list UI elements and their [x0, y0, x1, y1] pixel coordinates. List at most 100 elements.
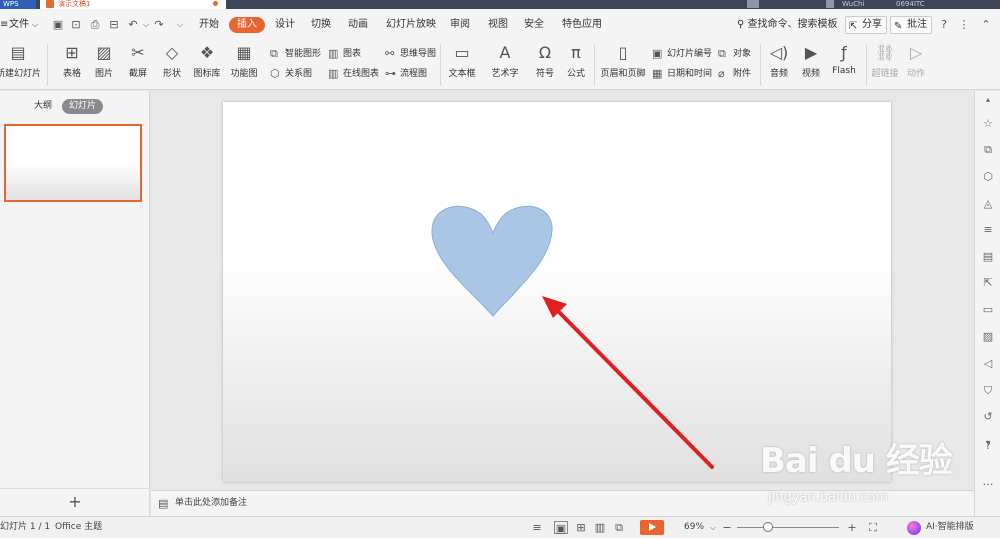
textbox-button[interactable]: ▭ 文本框	[442, 43, 482, 79]
print-preview-icon[interactable]: ⊟	[108, 19, 120, 31]
relation-chart-button[interactable]: ⬡ 关系图	[270, 66, 312, 82]
tab-security[interactable]: 安全	[524, 9, 544, 40]
export-pdf-icon[interactable]: ⊡	[70, 19, 82, 31]
watermark-brand: Bai du 经验	[760, 441, 953, 481]
watermark-url: jingyan.baidu.com	[768, 490, 888, 505]
action-button[interactable]: ▷ 动作	[896, 43, 936, 79]
reading-view-icon[interactable]: ▥	[593, 521, 607, 534]
scissors-icon: ✂	[131, 43, 145, 62]
flow-chart-button[interactable]: ⊶ 流程图	[385, 66, 427, 82]
settings-sliders-icon[interactable]: ≡	[981, 223, 995, 237]
notes-icon: ▤	[158, 497, 169, 510]
image-icon[interactable]: ▨	[981, 330, 995, 344]
add-slide-button[interactable]: +	[0, 488, 150, 514]
ai-layout-label[interactable]: AI·智能排版	[926, 517, 974, 538]
ribbon-divider	[594, 44, 595, 86]
archive-icon[interactable]: ▭	[981, 303, 995, 317]
window-icon[interactable]	[747, 0, 759, 8]
fill-icon[interactable]: ◬	[981, 197, 995, 211]
ai-icon[interactable]	[907, 521, 921, 535]
undo-icon[interactable]: ↶	[127, 19, 139, 31]
object-button[interactable]: ⧉ 对象	[718, 46, 751, 62]
zoom-out-icon[interactable]: −	[720, 521, 734, 534]
document-tab[interactable]: 演示文稿1	[40, 0, 226, 9]
shapes-icon[interactable]: ⬡	[981, 170, 995, 184]
template-icon[interactable]: ▤	[981, 250, 995, 264]
tab-view[interactable]: 视图	[488, 9, 508, 40]
flow-chart-icon: ⊶	[385, 67, 396, 80]
copy-icon[interactable]: ⧉	[981, 143, 995, 157]
ribbon-divider	[47, 44, 48, 86]
textbox-label: 文本框	[448, 69, 476, 79]
formula-button[interactable]: π 公式	[556, 43, 596, 79]
volume-icon[interactable]: ◁	[981, 357, 995, 371]
zoom-slider-track[interactable]	[737, 527, 839, 528]
app-tab[interactable]: WPS	[0, 0, 36, 9]
play-slideshow-button[interactable]	[640, 520, 664, 535]
star-icon[interactable]: ☆	[981, 117, 995, 131]
word-art-button[interactable]: A 艺术字	[485, 43, 525, 79]
tab-slideshow[interactable]: 幻灯片放映	[386, 9, 436, 40]
print-icon[interactable]: ⎙	[89, 19, 101, 31]
outline-tab[interactable]: 大纲	[34, 99, 52, 114]
smart-art-button[interactable]: ⧉ 智能图形	[270, 46, 321, 62]
function-chart-button[interactable]: ▦ 功能图	[224, 43, 264, 79]
tab-review[interactable]: 审阅	[450, 9, 470, 40]
file-menu[interactable]: 文件	[9, 9, 29, 40]
red-arrow[interactable]	[554, 307, 714, 469]
command-search[interactable]: ⚲ 查找命令、搜索模板	[737, 9, 838, 40]
quick-access-chevron-icon[interactable]: ⌵	[174, 19, 186, 31]
fit-window-icon[interactable]: ⛶	[866, 521, 880, 534]
online-chart-button[interactable]: ▥ 在线图表	[328, 66, 379, 82]
date-time-button[interactable]: ▦ 日期和时间	[652, 66, 712, 82]
scroll-up-icon[interactable]: ▴	[981, 93, 995, 107]
zoom-dropdown-icon[interactable]: ⌵	[706, 521, 720, 534]
zoom-in-icon[interactable]: +	[845, 521, 859, 534]
chart-button[interactable]: ▥ 图表	[328, 46, 361, 62]
shape-button[interactable]: ◇ 形状	[152, 43, 192, 79]
slide-indicator: 幻灯片 1 / 1	[0, 522, 51, 532]
word-art-label: 艺术字	[491, 69, 519, 79]
theme-name[interactable]: Office 主题	[55, 517, 102, 538]
mind-map-button[interactable]: ⚯ 思维导图	[385, 46, 436, 62]
tab-animation[interactable]: 动画	[348, 9, 368, 40]
tab-insert[interactable]: 插入	[229, 17, 265, 33]
slide-number-button[interactable]: ▣ 幻灯片编号	[652, 46, 712, 62]
save-icon[interactable]: ▣	[52, 19, 64, 31]
zoom-level[interactable]: 69%	[684, 517, 704, 538]
export-icon[interactable]: ⇱	[981, 276, 995, 290]
more-icon[interactable]: ⋮	[958, 19, 970, 31]
comment-button[interactable]: ✎ 批注	[890, 16, 932, 34]
header-footer-button[interactable]: ▯ 页眉和页脚	[598, 43, 648, 79]
flash-button[interactable]: ƒ Flash	[824, 43, 864, 76]
history-icon[interactable]: ↺	[981, 410, 995, 424]
tab-home[interactable]: 开始	[199, 9, 219, 40]
attachment-button[interactable]: ⌀ 附件	[718, 66, 751, 82]
slide-thumbnail[interactable]	[4, 124, 142, 202]
menu-hamburger-icon[interactable]: ≡	[0, 9, 8, 40]
undo-dropdown-icon[interactable]: ⌵	[140, 19, 152, 31]
normal-view-icon[interactable]: ▣	[554, 521, 568, 535]
help-icon[interactable]: ?	[938, 19, 950, 31]
formula-label: 公式	[566, 69, 585, 79]
icon-library-icon: ❖	[199, 43, 215, 62]
zoom-slider-thumb[interactable]	[762, 522, 773, 532]
slides-tab[interactable]: 幻灯片	[62, 99, 104, 114]
presenter-icon[interactable]: ⧉	[612, 521, 626, 534]
heart-shape[interactable]	[431, 205, 553, 317]
tab-design[interactable]: 设计	[275, 9, 295, 40]
date-time-label: 日期和时间	[667, 69, 713, 79]
tab-features[interactable]: 特色应用	[562, 9, 602, 40]
notes-toggle-icon[interactable]: ≡	[530, 521, 544, 534]
icon-library-button[interactable]: ❖ 图标库	[187, 43, 227, 79]
share-button[interactable]: ⇱ 分享	[845, 16, 887, 34]
file-dropdown-chevron-icon[interactable]: ⌵	[32, 9, 38, 40]
collapse-ribbon-icon[interactable]: ⌃	[980, 19, 992, 31]
redo-icon[interactable]: ↷	[153, 19, 165, 31]
object-label: 对象	[733, 49, 752, 59]
tab-transition[interactable]: 切换	[311, 9, 331, 40]
slide-sorter-icon[interactable]: ⊞	[574, 521, 588, 534]
new-slide-button[interactable]: ▤ 新建幻灯片	[0, 43, 41, 79]
shield-icon[interactable]: ⛉	[981, 384, 995, 398]
user-name[interactable]: WuChi	[842, 0, 864, 9]
